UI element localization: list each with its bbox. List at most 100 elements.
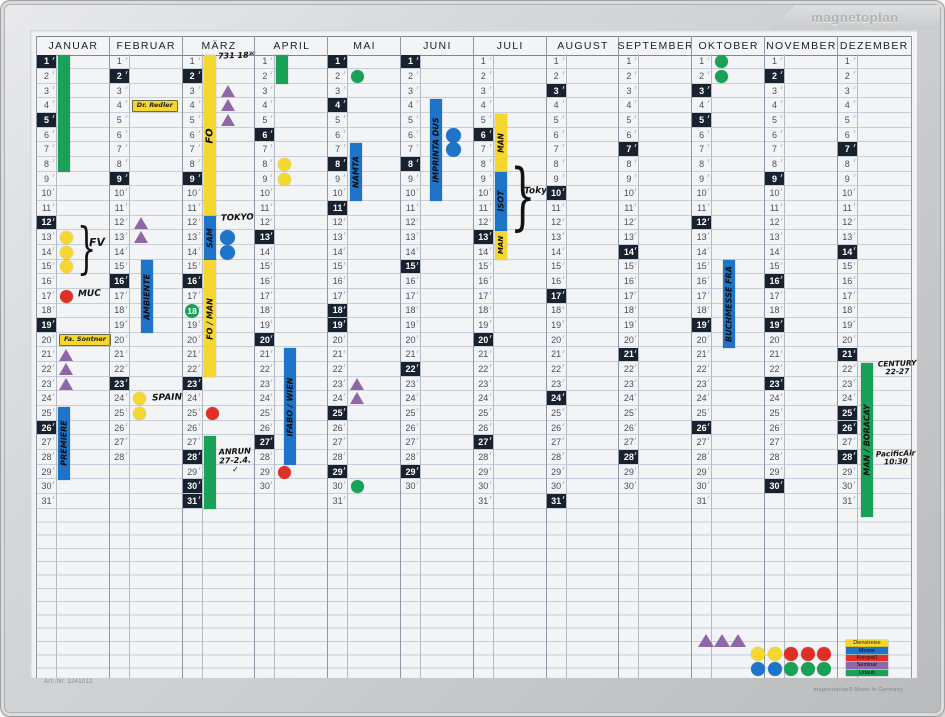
day-number: 25: [547, 406, 566, 420]
day-number: 26: [619, 421, 638, 435]
magnet-bar-blue[interactable]: NAMTA: [350, 143, 362, 202]
day-row: 17: [183, 289, 256, 304]
day-number: 27: [401, 435, 420, 449]
day-number: 29: [619, 465, 638, 479]
legend-label-red[interactable]: Kongreß: [846, 655, 888, 662]
legend-dot-yellow[interactable]: [768, 647, 782, 661]
magnet-dot-blue[interactable]: [220, 230, 235, 245]
magnet-dot-blue[interactable]: [220, 245, 235, 260]
day-number: 20: [328, 333, 347, 347]
magnet-dot-red[interactable]: [206, 407, 219, 420]
day-row: 6: [838, 128, 911, 143]
day-number: 4: [37, 98, 56, 112]
magnet-bar-blue[interactable]: IFABO / WIEN: [284, 348, 296, 465]
day-number: 7: [547, 142, 566, 156]
legend-dot-red[interactable]: [801, 647, 815, 661]
day-row: 8: [110, 157, 183, 172]
day-number: 26: [547, 421, 566, 435]
day-row: 6: [255, 128, 328, 143]
legend-dot-yellow[interactable]: [751, 647, 765, 661]
magnet-dot-yellow[interactable]: [133, 407, 146, 420]
magnet-bar-green[interactable]: MAN / BORACAY: [861, 363, 873, 518]
legend-dot-green[interactable]: [817, 662, 831, 676]
day-row: 23: [110, 377, 183, 392]
day-number: 28: [37, 450, 56, 464]
magnet-triangle-purple[interactable]: [221, 99, 235, 111]
magnet-bar-yellow[interactable]: FO / MAN: [204, 260, 216, 377]
day-number: 20: [838, 333, 857, 347]
day-row: 11: [619, 201, 692, 216]
day-row: 18: [255, 304, 328, 319]
day-row: 15: [401, 260, 474, 275]
day-row: 11: [765, 201, 838, 216]
day-number: 16: [547, 274, 566, 288]
magnet-triangle-purple[interactable]: [221, 85, 235, 97]
legend-dot-red[interactable]: [784, 647, 798, 661]
legend-dot-blue[interactable]: [751, 662, 765, 676]
legend-triangle-purple[interactable]: [698, 634, 714, 647]
day-number: 5: [547, 113, 566, 127]
magnet-triangle-purple[interactable]: [134, 217, 148, 229]
day-number: 1: [255, 55, 274, 69]
day-row: 21: [183, 348, 256, 363]
magnet-triangle-purple[interactable]: [350, 392, 364, 404]
magnet-bar-blue[interactable]: AMBIENTE: [141, 260, 153, 333]
magnet-triangle-purple[interactable]: [350, 378, 364, 390]
day-number: 14: [37, 245, 56, 259]
magnet-bar-yellow[interactable]: FO: [204, 55, 216, 216]
magnet-triangle-purple[interactable]: [134, 231, 148, 243]
day-row: 2: [37, 69, 110, 84]
legend-dot-green[interactable]: [784, 662, 798, 676]
day-row: 12: [692, 216, 765, 231]
magnet-bar-yellow[interactable]: MAN: [495, 114, 507, 173]
day-row: 9: [765, 172, 838, 187]
magnet-bar-green[interactable]: [204, 436, 216, 509]
day-number: 5: [474, 113, 493, 127]
legend-label-green[interactable]: Urlaub: [846, 670, 888, 677]
magnet-dot-red[interactable]: [60, 290, 73, 303]
legend-dot-green[interactable]: [801, 662, 815, 676]
day-number: 13: [547, 230, 566, 244]
magnet-dot-green-over-day[interactable]: 18: [185, 304, 199, 318]
day-row: 3: [474, 84, 547, 99]
month-header-august: AUGUST: [547, 36, 620, 56]
magnet-dot-yellow[interactable]: [133, 392, 146, 405]
day-row: 17: [838, 289, 911, 304]
magnet-triangle-purple[interactable]: [221, 114, 235, 126]
magnet-bar-blue[interactable]: PREMIERE: [58, 407, 70, 480]
legend-label-purple[interactable]: Seminar: [846, 662, 888, 669]
legend-triangle-purple[interactable]: [730, 634, 746, 647]
magnet-bar-green[interactable]: [276, 55, 288, 84]
magnet-bar-green[interactable]: [58, 55, 70, 172]
day-number: 31: [474, 494, 493, 508]
magnet-triangle-purple[interactable]: [59, 378, 73, 390]
magnet-bar-blue[interactable]: ISOT: [495, 172, 507, 231]
legend-dot-red[interactable]: [817, 647, 831, 661]
magnet-dot-yellow[interactable]: [278, 173, 291, 186]
magnet-dot-yellow[interactable]: [60, 246, 73, 259]
magnet-bar-blue[interactable]: BUCHMESSE FRA: [723, 260, 735, 348]
day-row: 4: [183, 98, 256, 113]
magnet-bar-yellow[interactable]: MAN: [495, 231, 507, 260]
magnet-dot-red[interactable]: [278, 466, 291, 479]
day-row: 27: [37, 435, 110, 450]
day-row: 4: [692, 98, 765, 113]
magnet-triangle-purple[interactable]: [59, 349, 73, 361]
magnet-triangle-purple[interactable]: [59, 363, 73, 375]
day-number: 30: [401, 479, 420, 493]
magnet-bar-blue[interactable]: IMPRINTA DUS: [430, 99, 442, 202]
legend-label-blue[interactable]: Messe: [846, 647, 888, 654]
day-row: 20: [255, 333, 328, 348]
day-row: 22: [183, 362, 256, 377]
label-chip[interactable]: Dr. Redler: [132, 100, 178, 112]
day-row: 31: [838, 494, 911, 509]
magnet-bar-blue[interactable]: SAM: [204, 216, 216, 260]
day-number: 9: [183, 172, 202, 186]
day-row: 19: [619, 318, 692, 333]
label-chip[interactable]: Fa. Sontner: [59, 334, 111, 346]
legend-dot-blue[interactable]: [768, 662, 782, 676]
legend-label-yellow[interactable]: Dienstreise: [846, 640, 888, 647]
legend-triangle-purple[interactable]: [714, 634, 730, 647]
day-row: 11: [401, 201, 474, 216]
magnet-dot-blue[interactable]: [446, 128, 461, 143]
